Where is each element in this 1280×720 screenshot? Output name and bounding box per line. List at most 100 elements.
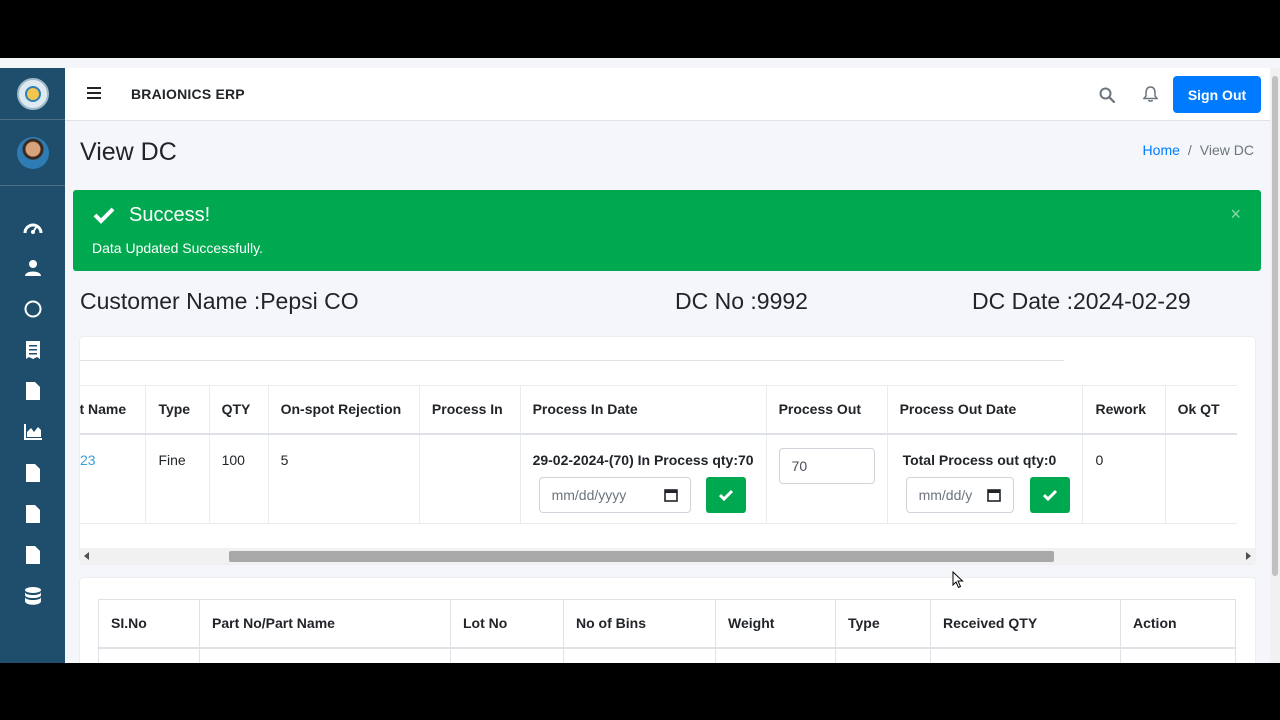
dashboard-gauge-icon: [23, 223, 42, 234]
user-panel[interactable]: [0, 120, 65, 186]
received-table-card: SI.No Part No/Part Name Lot No No of Bin…: [80, 578, 1255, 663]
sidebar-item-file-3[interactable]: [0, 493, 65, 534]
cell-type: Fine: [145, 433, 210, 524]
sidebar-item-file-2[interactable]: [0, 452, 65, 493]
process-out-input[interactable]: 70: [778, 447, 875, 484]
area-chart-icon: [23, 423, 42, 440]
brand-logo-area[interactable]: [0, 68, 65, 120]
table-header-row: rt Name Type QTY On-spot Rejection Proce…: [80, 385, 1237, 435]
file-icon: [25, 545, 40, 564]
customer-name: Customer Name :Pepsi CO: [80, 288, 359, 314]
received-table: SI.No Part No/Part Name Lot No No of Bin…: [98, 599, 1236, 663]
search-icon[interactable]: [1099, 87, 1115, 103]
receipt-icon: [25, 340, 40, 359]
breadcrumb-home-link[interactable]: Home: [1143, 142, 1180, 158]
horizontal-scrollbar-thumb[interactable]: [229, 551, 1054, 562]
col-weight: Weight: [715, 599, 836, 649]
cell-rejection: 5: [268, 433, 420, 524]
logo-emblem: [24, 85, 41, 102]
check-icon: [93, 207, 115, 224]
cell-process-in-date: 29-02-2024-(70) In Process qty:70 mm/dd/…: [520, 433, 767, 524]
col-process-in-date: Process In Date: [520, 385, 767, 435]
page-scrollbar-thumb[interactable]: [1272, 76, 1278, 576]
divider: [80, 360, 1064, 361]
process-table: rt Name Type QTY On-spot Rejection Proce…: [80, 385, 1237, 524]
sidebar-item-file-1[interactable]: [0, 370, 65, 411]
process-table-card: rt Name Type QTY On-spot Rejection Proce…: [80, 337, 1255, 564]
cell-qty: 100: [209, 433, 269, 524]
col-part-no-name: Part No/Part Name: [199, 599, 451, 649]
bell-icon[interactable]: [1143, 86, 1158, 102]
sidebar-item-receipt[interactable]: [0, 329, 65, 370]
date-placeholder: mm/dd/yyyy: [551, 486, 627, 503]
cell-rework: 0: [1082, 433, 1166, 524]
page-scrollbar[interactable]: [1270, 68, 1280, 663]
check-icon: [1043, 489, 1058, 501]
table-horizontal-scrollbar[interactable]: [80, 548, 1255, 564]
mouse-cursor-icon: [952, 571, 964, 589]
col-part-name: rt Name: [80, 385, 147, 435]
sidebar-item-database[interactable]: [0, 575, 65, 616]
menu-toggle-icon[interactable]: [87, 87, 101, 99]
cell-process-out-date: Total Process out qty:0 mm/dd/y: [887, 433, 1084, 524]
user-icon: [24, 260, 41, 276]
dc-date: DC Date :2024-02-29: [972, 288, 1191, 314]
col-rework: Rework: [1082, 385, 1166, 435]
col-lot-no: Lot No: [450, 599, 564, 649]
sidebar-item-chart[interactable]: [0, 411, 65, 452]
table-row: 23 Fine 100 5 29-02-2024-(70) In Process…: [80, 433, 1237, 524]
file-icon: [25, 463, 40, 482]
avatar: [16, 136, 49, 169]
success-alert: Success! Data Updated Successfully. ×: [73, 190, 1261, 271]
col-action: Action: [1120, 599, 1236, 649]
col-process-in: Process In: [419, 385, 521, 435]
sidebar-item-file-4[interactable]: [0, 534, 65, 575]
part-name-link[interactable]: 23: [80, 452, 96, 468]
file-icon: [25, 381, 40, 400]
app-title: BRAIONICS ERP: [131, 86, 245, 102]
process-in-confirm-button[interactable]: [706, 476, 747, 513]
alert-close-button[interactable]: ×: [1230, 204, 1241, 225]
breadcrumb-current: View DC: [1199, 142, 1254, 158]
dc-number: DC No :9992: [675, 288, 808, 314]
cell-process-out: 70: [766, 433, 888, 524]
breadcrumb-separator: /: [1187, 142, 1192, 158]
calendar-icon[interactable]: [986, 488, 1001, 502]
circle-icon: [24, 300, 41, 317]
cell-process-in: [419, 433, 521, 524]
col-received-qty: Received QTY: [930, 599, 1121, 649]
cell-ok-qty: [1165, 433, 1237, 524]
sidebar: [0, 68, 65, 663]
database-icon: [24, 586, 41, 605]
alert-title: Success!: [129, 204, 211, 226]
col-process-out: Process Out: [766, 385, 888, 435]
app-frame: BRAIONICS ERP Sign Out View DC Home / View…: [0, 58, 1280, 663]
col-type: Type: [835, 599, 931, 649]
sign-out-button[interactable]: Sign Out: [1173, 76, 1261, 113]
company-logo: [16, 77, 49, 110]
col-type: Type: [145, 385, 210, 435]
col-qty: QTY: [209, 385, 269, 435]
top-navbar: BRAIONICS ERP Sign Out: [65, 68, 1270, 121]
sidebar-item-users[interactable]: [0, 247, 65, 288]
col-si-no: SI.No: [98, 599, 200, 649]
file-icon: [25, 504, 40, 523]
process-out-date-input[interactable]: mm/dd/y: [905, 476, 1014, 513]
sidebar-item-dashboard[interactable]: [0, 206, 65, 247]
table-header-row: SI.No Part No/Part Name Lot No No of Bin…: [98, 599, 1236, 649]
process-out-date-label: Total Process out qty:0: [902, 451, 1057, 468]
process-in-date-input[interactable]: mm/dd/yyyy: [538, 476, 691, 513]
sidebar-nav: [0, 186, 65, 616]
calendar-icon[interactable]: [663, 488, 678, 502]
scroll-left-arrow-icon[interactable]: [84, 552, 89, 560]
col-no-of-bins: No of Bins: [563, 599, 716, 649]
date-placeholder: mm/dd/y: [918, 486, 973, 503]
breadcrumb: Home / View DC: [1143, 142, 1254, 158]
check-icon: [719, 489, 734, 501]
scroll-right-arrow-icon[interactable]: [1246, 552, 1251, 560]
sidebar-item-circle[interactable]: [0, 288, 65, 329]
cell-part-name: 23: [80, 433, 147, 524]
process-out-confirm-button[interactable]: [1030, 476, 1071, 513]
page-title: View DC: [80, 138, 177, 166]
col-on-spot-rejection: On-spot Rejection: [268, 385, 420, 435]
